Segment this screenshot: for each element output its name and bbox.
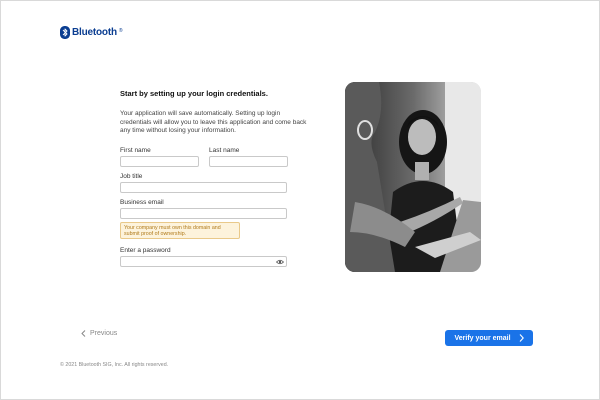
chevron-left-icon (81, 330, 86, 337)
footer-copyright: © 2021 Bluetooth SIG, Inc. All rights re… (60, 362, 169, 368)
verify-email-button[interactable]: Verify your email (445, 330, 533, 346)
hero-photo-illustration (345, 82, 481, 272)
business-email-label: Business email (120, 199, 164, 206)
job-title-input[interactable] (120, 182, 287, 193)
form-intro: Your application will save automatically… (120, 110, 307, 134)
hero-photo (345, 82, 481, 272)
business-email-input[interactable] (120, 208, 287, 219)
chevron-right-icon (519, 334, 524, 342)
brand-logo: Bluetooth ® (60, 26, 123, 39)
last-name-input[interactable] (209, 156, 288, 167)
password-input[interactable] (120, 256, 287, 267)
first-name-label: First name (120, 147, 151, 154)
first-name-input[interactable] (120, 156, 199, 167)
job-title-label: Job title (120, 173, 143, 180)
verify-email-label: Verify your email (454, 334, 511, 342)
form-heading: Start by setting up your login credentia… (120, 89, 268, 98)
brand-name: Bluetooth (72, 27, 117, 38)
bluetooth-rune-icon (60, 26, 70, 39)
eye-icon[interactable] (276, 259, 284, 265)
previous-button[interactable]: Previous (81, 330, 117, 337)
brand-trademark: ® (118, 27, 123, 34)
password-label: Enter a password (120, 247, 171, 254)
previous-label: Previous (90, 330, 118, 337)
email-domain-warning: Your company must own this domain and su… (120, 222, 240, 239)
last-name-label: Last name (209, 147, 240, 154)
